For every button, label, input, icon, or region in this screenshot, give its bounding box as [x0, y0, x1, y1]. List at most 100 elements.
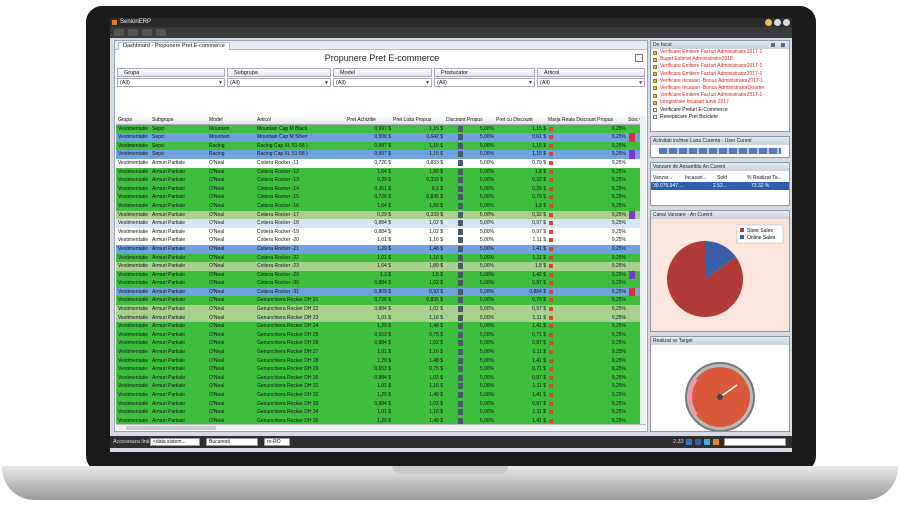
discount-edit-icon[interactable] [458, 177, 463, 184]
grid-vertical-scrollbar[interactable] [640, 116, 646, 426]
table-row[interactable]: Vestimentatie Armuri Partiale O'Neal Genunc… [116, 356, 646, 366]
table-row[interactable]: Vestimentatie Armuri Partiale O'Neal Cotier… [116, 167, 646, 177]
date-select[interactable]: <data sistem... [150, 438, 200, 446]
rss-icon[interactable] [713, 439, 719, 445]
discount-edit-icon[interactable] [458, 392, 463, 398]
discount-edit-icon[interactable] [458, 383, 463, 390]
discount-edit-icon[interactable] [458, 125, 463, 132]
checkbox-icon[interactable] [653, 93, 657, 98]
table-row[interactable]: Vestimentatie Armuri Partiale O'Neal Cotier… [116, 262, 646, 271]
task-item[interactable]: Verificare Preturi E-Commerce [651, 107, 789, 114]
checkbox-icon[interactable] [653, 64, 657, 69]
table-row[interactable]: Vestimentatie Armuri Partiale O'Neal Cotier… [116, 158, 646, 168]
table-row[interactable]: Vestimentatie Armuri Partiale O'Neal Genunc… [116, 373, 646, 383]
column-header[interactable]: Discount Propus [446, 116, 494, 125]
checkbox-icon[interactable] [653, 79, 657, 84]
discount-edit-icon[interactable] [458, 245, 463, 252]
table-row[interactable]: Vestimentatie Armuri Partiale O'Neal Genunc… [116, 399, 646, 409]
discount-edit-icon[interactable] [458, 271, 463, 278]
table-row[interactable]: Vestimentatie Sepci Racing Racing Cap XL 51… [116, 141, 646, 151]
discount-edit-icon[interactable] [458, 417, 463, 424]
discount-edit-icon[interactable] [458, 168, 463, 175]
discount-edit-icon[interactable] [458, 211, 463, 218]
task-item[interactable]: Reeepdcare Pret Biciclete [651, 114, 789, 121]
table-row[interactable]: Vestimentatie Armuri Partiale O'Neal Cotier… [116, 244, 646, 254]
discount-edit-icon[interactable] [458, 194, 463, 201]
city-select[interactable]: Bucuresti [206, 438, 258, 446]
discount-edit-icon[interactable] [458, 409, 463, 416]
checkbox-icon[interactable] [653, 72, 657, 77]
discount-edit-icon[interactable] [458, 306, 463, 313]
column-header[interactable]: Articol [257, 116, 345, 125]
help-icon[interactable] [686, 439, 692, 445]
maximize-button[interactable] [774, 19, 781, 26]
refresh-icon[interactable] [142, 29, 152, 36]
table-row[interactable]: Vestimentatie Armuri Partiale O'Neal Genunc… [116, 339, 646, 349]
table-row[interactable]: Vestimentatie Sepci Mountain Mountain Cap M… [116, 133, 646, 142]
task-item[interactable]: Inregistrare Incasari Iunie 2017 [651, 99, 789, 106]
filter-select[interactable]: (All) ▼ [333, 78, 432, 87]
discount-edit-icon[interactable] [458, 323, 463, 330]
table-row[interactable]: Vestimentatie Armuri Partiale O'Neal Cotier… [116, 210, 646, 220]
table-row[interactable]: Vestimentatie Armuri Partiale O'Neal Genunc… [116, 330, 646, 340]
table-row[interactable]: Vestimentatie Armuri Partiale O'Neal Genunc… [116, 382, 646, 391]
checkbox-icon[interactable] [653, 50, 657, 55]
table-row[interactable]: Vestimentatie Armuri Partiale O'Neal Cotier… [116, 201, 646, 211]
table-row[interactable]: Vestimentatie Armuri Partiale O'Neal Cotier… [116, 227, 646, 237]
back-icon[interactable] [128, 29, 138, 36]
checkbox-icon[interactable] [653, 115, 657, 120]
discount-edit-icon[interactable] [458, 374, 463, 381]
export-icon[interactable] [635, 54, 643, 62]
column-header[interactable]: Pret cu Discount [496, 116, 546, 125]
column-header[interactable]: Subgrupe [152, 116, 207, 125]
column-header[interactable]: Pret Lista Propus [393, 116, 443, 125]
close-button[interactable] [783, 19, 790, 26]
home-icon[interactable] [114, 29, 124, 36]
discount-edit-icon[interactable] [458, 151, 463, 158]
scroll-thumb[interactable] [126, 426, 216, 430]
discount-edit-icon[interactable] [458, 314, 463, 321]
discount-edit-icon[interactable] [458, 237, 463, 244]
table-row[interactable]: Vestimentatie Armuri Partiale O'Neal Cotier… [116, 184, 646, 194]
table-row[interactable]: Vestimentatie Armuri Partiale O'Neal Cotier… [116, 279, 646, 288]
checkbox-icon[interactable] [653, 86, 657, 91]
column-header[interactable]: Grupa [118, 116, 151, 125]
table-row[interactable]: Vestimentatie Armuri Partiale O'Neal Genunc… [116, 313, 646, 323]
filter-select[interactable]: (All) ▼ [117, 78, 225, 87]
discount-edit-icon[interactable] [458, 340, 463, 347]
discount-edit-icon[interactable] [458, 288, 463, 295]
task-item[interactable]: Verificare Emitere Facturi Administrator… [651, 71, 789, 78]
discount-edit-icon[interactable] [458, 331, 463, 338]
locale-select[interactable]: ro-RO [264, 438, 290, 446]
table-row[interactable]: Vestimentatie Armuri Partiale O'Neal Genunc… [116, 365, 646, 374]
discount-edit-icon[interactable] [458, 297, 463, 304]
discount-edit-icon[interactable] [458, 349, 463, 356]
filter-select[interactable]: (All) ▼ [227, 78, 331, 87]
discount-edit-icon[interactable] [458, 159, 463, 166]
discount-edit-icon[interactable] [458, 185, 463, 192]
grid-horizontal-scrollbar[interactable] [116, 424, 646, 430]
facebook-icon[interactable] [695, 439, 701, 445]
table-row[interactable]: Vestimentatie Armuri Partiale O'Neal Genunc… [116, 305, 646, 314]
table-row[interactable]: Vestimentatie Armuri Partiale O'Neal Cotier… [116, 193, 646, 202]
close-panel-icon[interactable] [781, 43, 785, 47]
discount-edit-icon[interactable] [458, 400, 463, 407]
discount-edit-icon[interactable] [458, 142, 463, 149]
menu-icon[interactable] [156, 29, 166, 36]
task-item[interactable]: Verificare Emitere Facturi Administrator… [651, 49, 789, 56]
table-row[interactable]: Vestimentatie Armuri Partiale O'Neal Cotier… [116, 176, 646, 185]
table-row[interactable]: Vestimentatie Armuri Partiale O'Neal Genunc… [116, 408, 646, 417]
discount-edit-icon[interactable] [458, 254, 463, 261]
discount-edit-icon[interactable] [458, 202, 463, 209]
table-row[interactable]: Vestimentatie Armuri Partiale O'Neal Cotier… [116, 236, 646, 245]
task-item[interactable]: Verificare Incasari -Bonus Administrator… [651, 78, 789, 85]
task-item[interactable]: Verificare Emitere Facturi Administrator… [651, 63, 789, 70]
discount-edit-icon[interactable] [458, 134, 463, 141]
checkbox-icon[interactable] [653, 57, 657, 62]
tab-dashboard[interactable]: Dashboard - Propunere Pret E-commerce [118, 42, 230, 50]
table-row[interactable]: Vestimentatie Armuri Partiale O'Neal Genunc… [116, 391, 646, 400]
discount-edit-icon[interactable] [458, 366, 463, 373]
settings-icon[interactable] [771, 43, 775, 47]
discount-edit-icon[interactable] [458, 357, 463, 364]
column-header[interactable]: Model [209, 116, 255, 125]
